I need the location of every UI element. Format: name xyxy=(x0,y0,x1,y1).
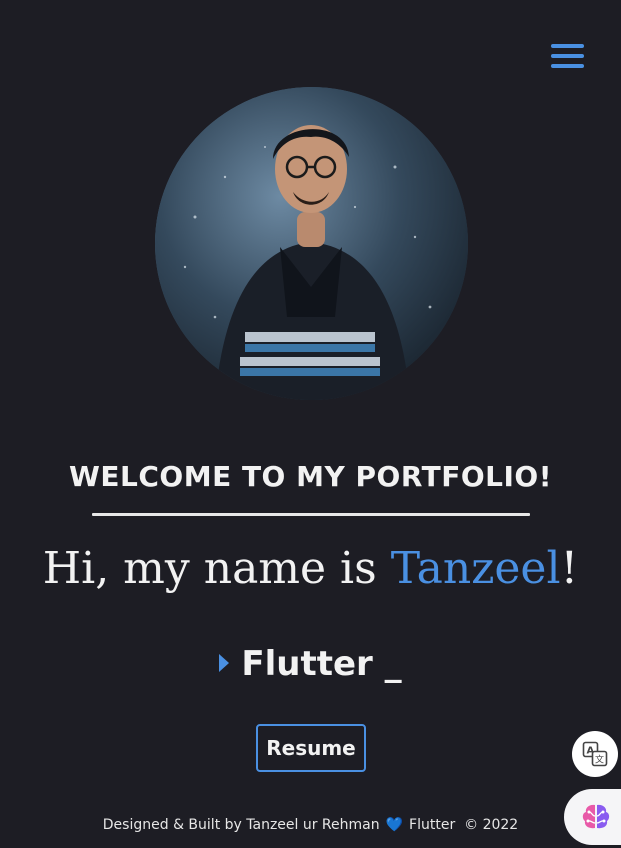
typing-role-line: Flutter _ xyxy=(0,644,621,684)
translate-widget-button[interactable]: A 文 xyxy=(572,731,618,777)
brain-icon xyxy=(582,804,610,829)
svg-text:文: 文 xyxy=(595,754,604,766)
intro-suffix: ! xyxy=(560,543,579,594)
hamburger-menu-button[interactable] xyxy=(548,40,588,72)
portfolio-page: WELCOME TO MY PORTFOLIO! Hi, my name is … xyxy=(0,0,621,848)
avatar xyxy=(155,87,468,400)
intro-heading: Hi, my name is Tanzeel! xyxy=(0,543,621,594)
hamburger-menu-icon-bar-middle xyxy=(551,54,584,58)
intro-name: Tanzeel xyxy=(390,543,561,594)
footer-copyright: © 2022 xyxy=(464,817,519,833)
profile-photo xyxy=(155,87,468,400)
heading-divider xyxy=(92,513,530,516)
translate-icon: A 文 xyxy=(582,741,608,767)
typing-role-text: Flutter _ xyxy=(241,644,402,684)
brain-widget-button[interactable] xyxy=(564,789,621,845)
intro-prefix: Hi, my name is xyxy=(42,543,391,594)
caret-right-icon xyxy=(219,653,230,672)
hamburger-menu-icon-bar-top xyxy=(551,44,584,48)
footer-framework: Flutter xyxy=(409,817,456,833)
welcome-heading: WELCOME TO MY PORTFOLIO! xyxy=(69,460,552,493)
footer-credit-text: Designed & Built by Tanzeel ur Rehman xyxy=(102,817,380,833)
footer-credit: Designed & Built by Tanzeel ur Rehman 💙 Fl… xyxy=(0,817,621,833)
hamburger-menu-icon-bar-bottom xyxy=(551,64,584,68)
heart-icon: 💙 xyxy=(385,817,404,833)
resume-button[interactable]: Resume xyxy=(256,724,366,772)
